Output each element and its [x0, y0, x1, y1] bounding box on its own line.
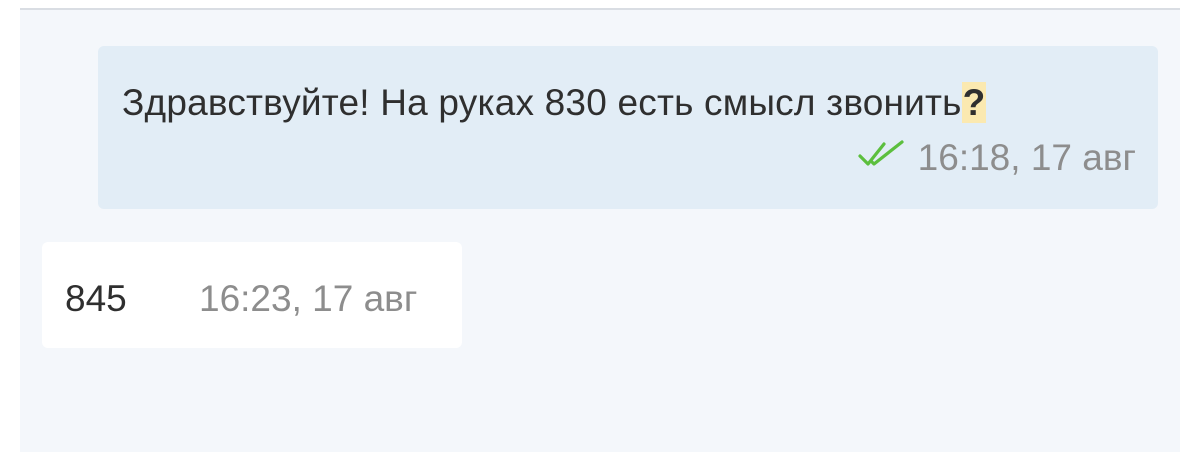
message-timestamp: 16:18, 17 авг: [917, 137, 1136, 178]
message-text: 845: [65, 278, 127, 319]
incoming-message-bubble[interactable]: 845 16:23, 17 авг: [42, 242, 462, 348]
message-meta: 16:18, 17 авг: [858, 137, 1136, 179]
message-body: Здравствуйте! На руках 830 есть смысл зв…: [122, 82, 962, 123]
chat-area[interactable]: Здравствуйте! На руках 830 есть смысл зв…: [20, 10, 1180, 452]
message-text: Здравствуйте! На руках 830 есть смысл зв…: [122, 82, 987, 124]
double-check-icon: [858, 140, 904, 166]
message-timestamp: 16:23, 17 авг: [199, 278, 418, 319]
highlighted-question-mark: ?: [961, 82, 987, 123]
outgoing-message-bubble[interactable]: Здравствуйте! На руках 830 есть смысл зв…: [98, 46, 1158, 209]
